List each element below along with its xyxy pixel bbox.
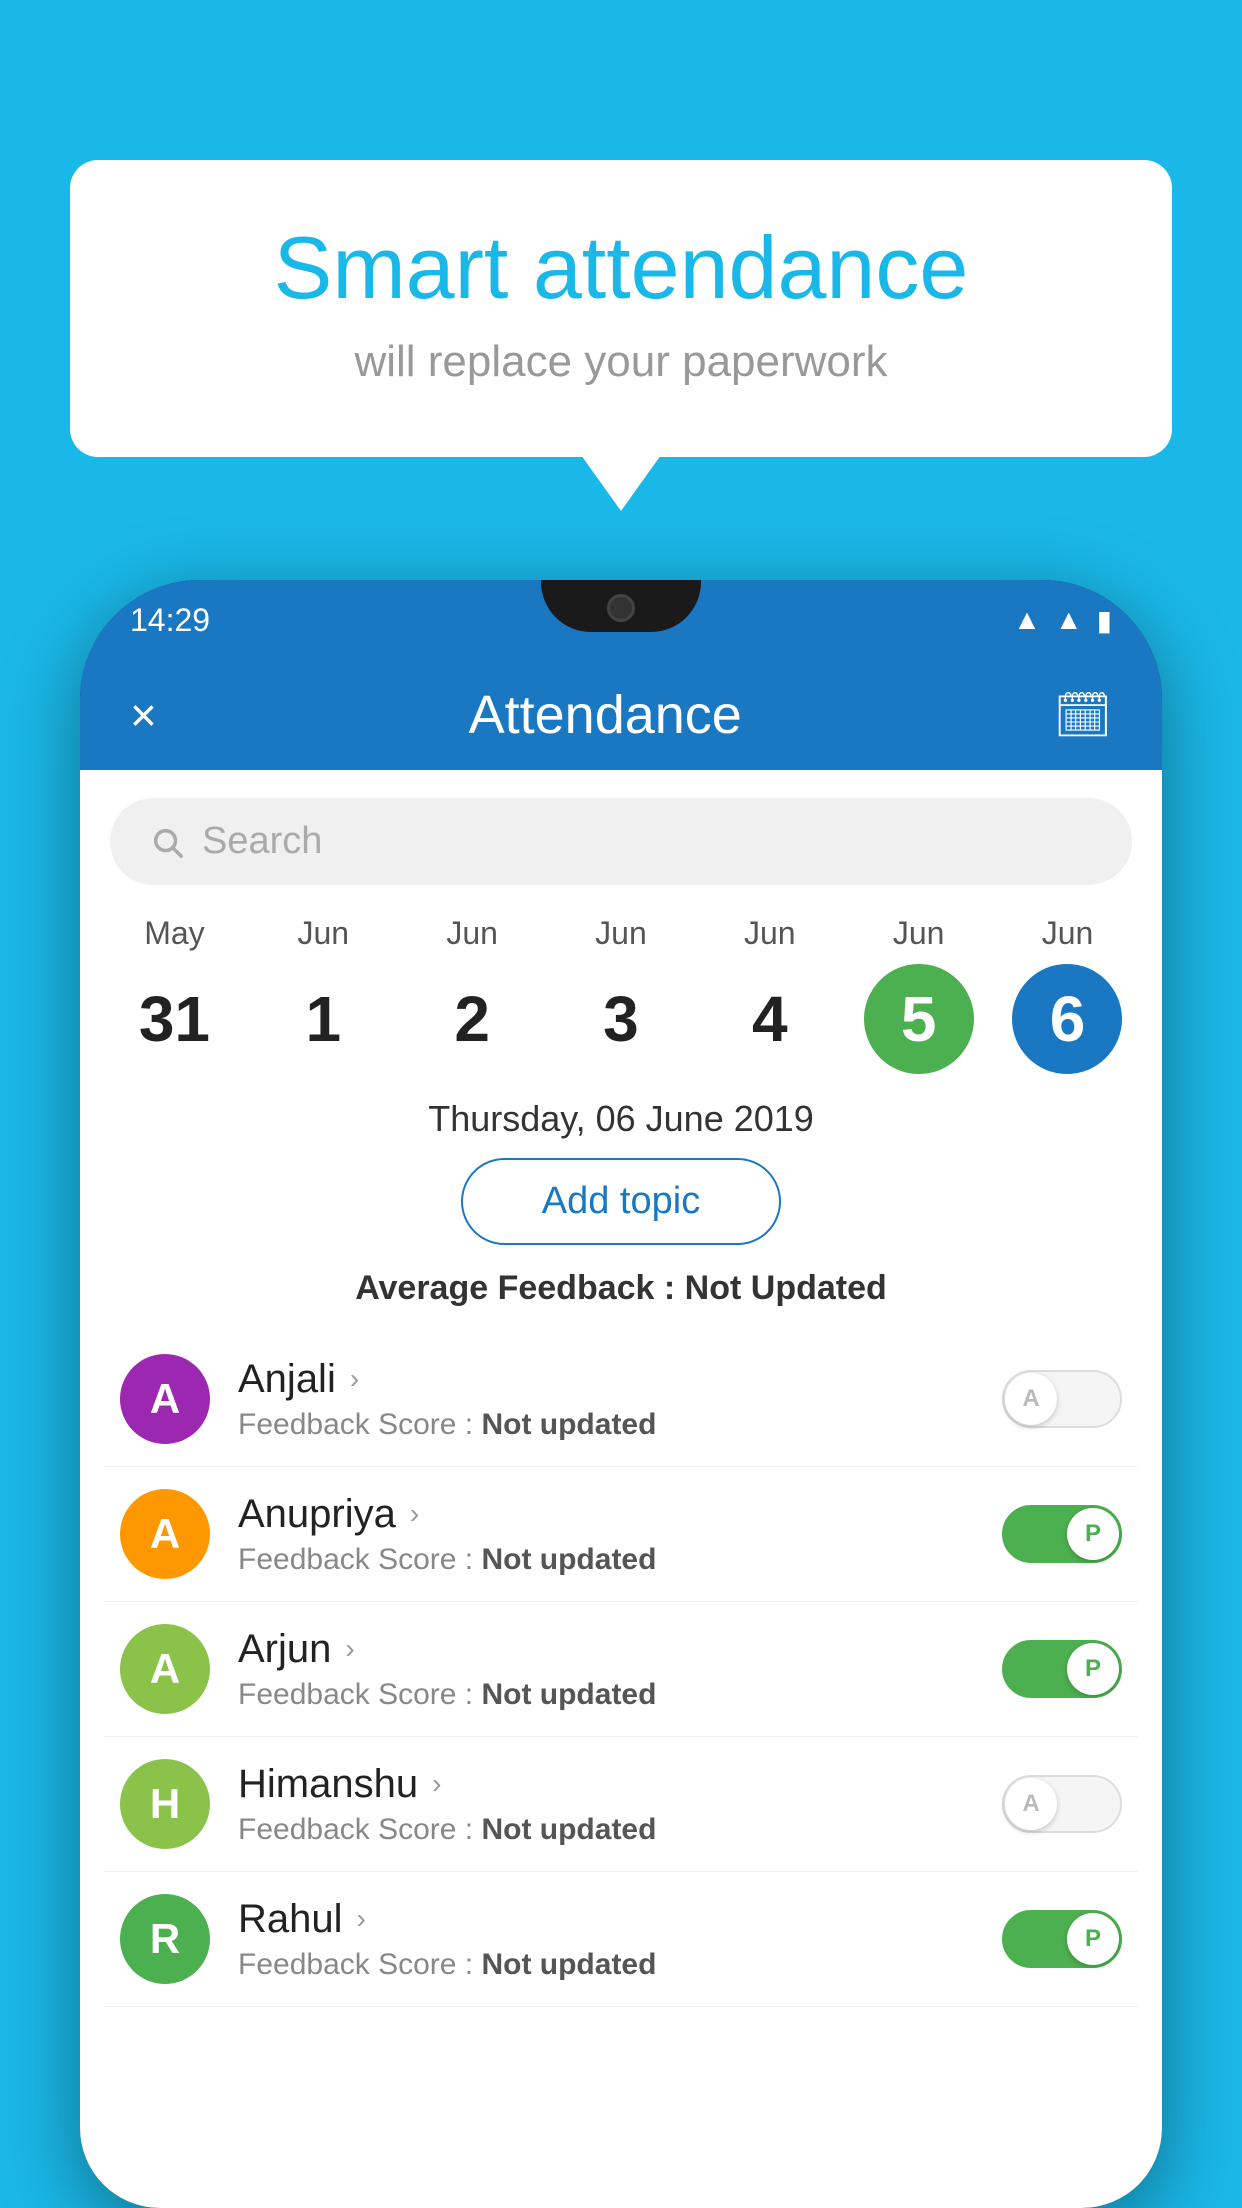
chevron-right-icon: › (357, 1903, 366, 1935)
phone-frame: 14:29 ▲ ▲ ▮ × Attendance 🗓 Search May31J… (80, 580, 1162, 2208)
student-avatar: H (120, 1759, 210, 1849)
student-avatar: R (120, 1894, 210, 1984)
toggle-knob: A (1005, 1778, 1057, 1830)
attendance-toggle[interactable]: P (1002, 1640, 1122, 1698)
cal-day-number[interactable]: 6 (1012, 964, 1122, 1074)
student-item[interactable]: H Himanshu › Feedback Score : Not updated A (104, 1737, 1138, 1872)
attendance-toggle[interactable]: A (1002, 1370, 1122, 1428)
avg-feedback-label: Average Feedback : (355, 1269, 675, 1307)
cal-month-label: Jun (595, 915, 647, 952)
student-info: Anjali › Feedback Score : Not updated (238, 1357, 974, 1442)
student-name: Anupriya › (238, 1492, 974, 1537)
status-time: 14:29 (130, 602, 210, 639)
calendar-strip: May 31 Jun 1 Jun 2 Jun 3 Jun 4 Jun 5 Jun 6 (80, 905, 1162, 1074)
battery-icon: ▮ (1097, 604, 1112, 637)
search-placeholder: Search (202, 820, 322, 863)
student-avatar: A (120, 1354, 210, 1444)
student-item[interactable]: A Arjun › Feedback Score : Not updated P (104, 1602, 1138, 1737)
phone-notch (541, 580, 701, 632)
student-info: Anupriya › Feedback Score : Not updated (238, 1492, 974, 1577)
cal-day-number[interactable]: 3 (566, 964, 676, 1074)
bubble-subtitle: will replace your paperwork (150, 337, 1092, 387)
student-info: Himanshu › Feedback Score : Not updated (238, 1762, 974, 1847)
student-item[interactable]: R Rahul › Feedback Score : Not updated P (104, 1872, 1138, 2007)
cal-month-label: Jun (297, 915, 349, 952)
status-icons: ▲ ▲ ▮ (1013, 604, 1112, 637)
student-avatar: A (120, 1489, 210, 1579)
cal-day-number[interactable]: 2 (417, 964, 527, 1074)
student-info: Rahul › Feedback Score : Not updated (238, 1897, 974, 1982)
close-button[interactable]: × (130, 688, 157, 742)
cal-day-number[interactable]: 1 (268, 964, 378, 1074)
toggle-knob: P (1067, 1508, 1119, 1560)
calendar-day[interactable]: Jun 4 (700, 915, 840, 1074)
cal-month-label: May (144, 915, 204, 952)
add-topic-button[interactable]: Add topic (461, 1158, 781, 1245)
student-info: Arjun › Feedback Score : Not updated (238, 1627, 974, 1712)
cal-day-number[interactable]: 31 (119, 964, 229, 1074)
student-name: Anjali › (238, 1357, 974, 1402)
cal-month-label: Jun (1042, 915, 1094, 952)
chevron-right-icon: › (345, 1633, 354, 1665)
student-name: Himanshu › (238, 1762, 974, 1807)
app-title: Attendance (469, 684, 742, 746)
chevron-right-icon: › (432, 1768, 441, 1800)
cal-day-number[interactable]: 5 (864, 964, 974, 1074)
calendar-day[interactable]: Jun 3 (551, 915, 691, 1074)
attendance-toggle[interactable]: P (1002, 1505, 1122, 1563)
selected-date-label: Thursday, 06 June 2019 (80, 1098, 1162, 1140)
chevron-right-icon: › (350, 1363, 359, 1395)
student-name: Rahul › (238, 1897, 974, 1942)
student-score: Feedback Score : Not updated (238, 1678, 974, 1712)
student-list: AAnjali ›Feedback Score : Not updatedAAA… (80, 1332, 1162, 2007)
average-feedback: Average Feedback : Not Updated (80, 1269, 1162, 1308)
student-item[interactable]: A Anupriya › Feedback Score : Not updated P (104, 1467, 1138, 1602)
calendar-day[interactable]: Jun 2 (402, 915, 542, 1074)
search-bar[interactable]: Search (110, 798, 1132, 885)
phone-screen: Search May 31 Jun 1 Jun 2 Jun 3 Jun 4 Jun 5 Jun 6 Thu… (80, 770, 1162, 2208)
calendar-day[interactable]: Jun 5 (849, 915, 989, 1074)
student-item[interactable]: A Anjali › Feedback Score : Not updated A (104, 1332, 1138, 1467)
wifi-icon: ▲ (1013, 604, 1041, 636)
toggle-knob: P (1067, 1913, 1119, 1965)
cal-month-label: Jun (893, 915, 945, 952)
calendar-day[interactable]: May 31 (104, 915, 244, 1074)
attendance-toggle[interactable]: P (1002, 1910, 1122, 1968)
calendar-day[interactable]: Jun 1 (253, 915, 393, 1074)
student-name: Arjun › (238, 1627, 974, 1672)
bubble-title: Smart attendance (150, 220, 1092, 317)
student-avatar: A (120, 1624, 210, 1714)
cal-month-label: Jun (446, 915, 498, 952)
toggle-knob: A (1005, 1373, 1057, 1425)
chevron-right-icon: › (410, 1498, 419, 1530)
cal-day-number[interactable]: 4 (715, 964, 825, 1074)
toggle-knob: P (1067, 1643, 1119, 1695)
app-header: × Attendance 🗓 (80, 660, 1162, 770)
front-camera (607, 594, 635, 622)
avg-feedback-value: Not Updated (685, 1269, 887, 1307)
student-score: Feedback Score : Not updated (238, 1948, 974, 1982)
student-score: Feedback Score : Not updated (238, 1543, 974, 1577)
signal-icon: ▲ (1055, 604, 1083, 636)
attendance-toggle[interactable]: A (1002, 1775, 1122, 1833)
calendar-day[interactable]: Jun 6 (997, 915, 1137, 1074)
speech-bubble: Smart attendance will replace your paper… (70, 160, 1172, 457)
calendar-icon[interactable]: 🗓 (1054, 688, 1112, 743)
cal-month-label: Jun (744, 915, 796, 952)
search-icon (150, 825, 184, 859)
student-score: Feedback Score : Not updated (238, 1813, 974, 1847)
student-score: Feedback Score : Not updated (238, 1408, 974, 1442)
